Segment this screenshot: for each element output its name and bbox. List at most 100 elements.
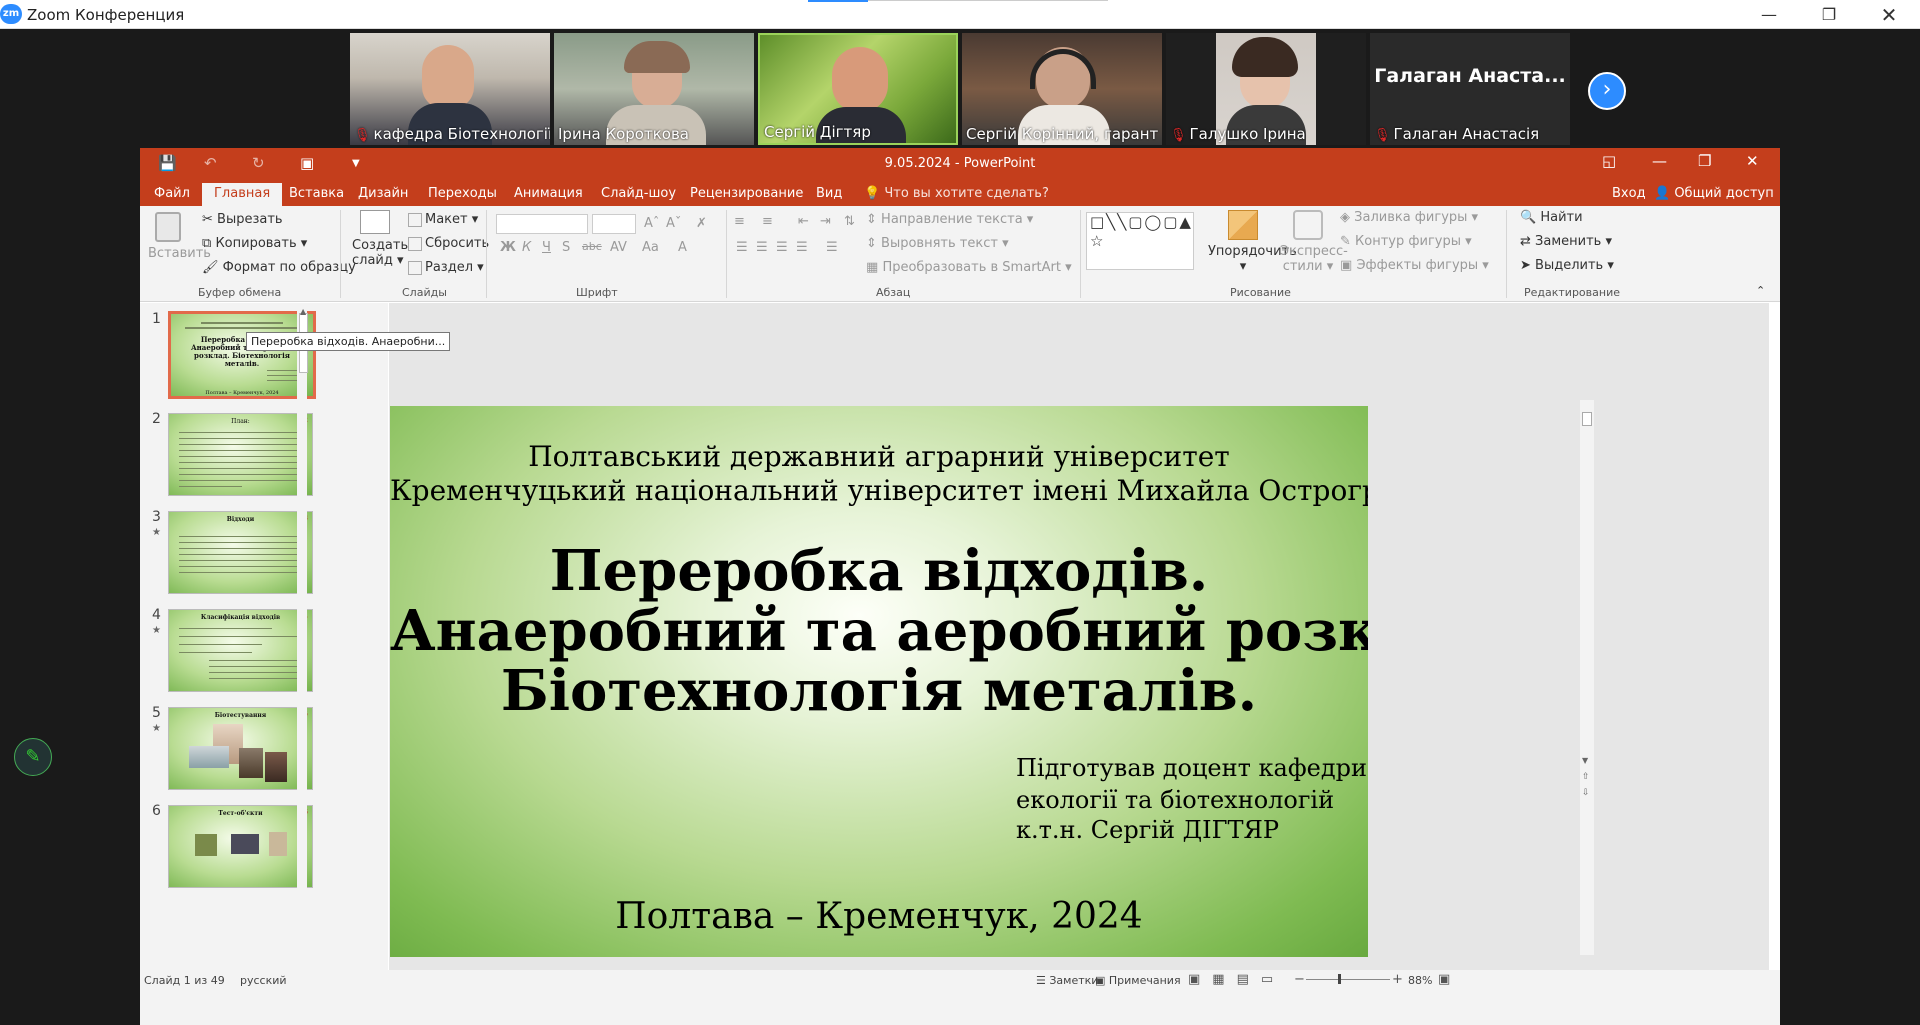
zoom-level[interactable]: 88% [1408, 974, 1432, 987]
font-name-select[interactable] [496, 214, 588, 234]
find-button[interactable]: 🔍 Найти [1520, 210, 1583, 225]
arrange-button[interactable]: Упорядочить ▾ [1208, 210, 1297, 274]
notes-button[interactable]: ☰ Заметки [1036, 974, 1098, 987]
slide-thumbnail[interactable]: 6 Тест-об'єкти [168, 805, 313, 888]
font-color-icon[interactable]: A [678, 240, 687, 255]
reading-view-icon[interactable]: ▤ [1237, 972, 1261, 987]
char-spacing-icon[interactable]: AV [610, 240, 627, 255]
clear-format-icon[interactable]: ✗ [696, 216, 707, 231]
tab-home[interactable]: Главная [202, 183, 283, 206]
line-spacing-icon[interactable]: ⇅ [844, 214, 855, 229]
decrease-indent-icon[interactable]: ⇤ [798, 214, 809, 229]
redo-icon[interactable]: ↻ [252, 154, 265, 172]
slideshow-view-icon[interactable]: ▭ [1261, 972, 1285, 987]
zoom-out-icon[interactable]: − [1294, 972, 1305, 987]
thumbnail-scrollbar[interactable] [297, 310, 307, 1000]
shrink-font-icon[interactable]: Aˇ [666, 216, 681, 231]
zoom-in-icon[interactable]: + [1392, 972, 1403, 987]
shape-fill-button[interactable]: ◈ Заливка фигуры ▾ [1340, 210, 1478, 225]
tab-design[interactable]: Дизайн [358, 186, 408, 201]
sign-in-link[interactable]: Вход [1612, 186, 1646, 201]
editor-scrollbar[interactable] [1580, 400, 1594, 955]
slideshow-start-icon[interactable]: ▣ [300, 154, 314, 172]
bold-icon[interactable]: Ж [500, 240, 516, 255]
annotate-pen-button[interactable]: ✎ [14, 738, 52, 776]
justify-icon[interactable]: ☰ [796, 240, 808, 255]
columns-icon[interactable]: ☰ [826, 240, 838, 255]
current-slide[interactable]: Полтавський державний аграрний університ… [390, 406, 1368, 957]
align-center-icon[interactable]: ☰ [756, 240, 768, 255]
ppt-close-icon[interactable]: ✕ [1746, 152, 1759, 170]
ppt-minimize-icon[interactable]: — [1652, 152, 1667, 170]
scroll-up-icon[interactable]: ▲ [300, 307, 306, 316]
restore-icon[interactable]: ❐ [1806, 2, 1852, 28]
align-text-button[interactable]: ⇕ Выровнять текст ▾ [866, 236, 1009, 251]
text-direction-button[interactable]: ⇕ Направление текста ▾ [866, 212, 1033, 227]
tab-transitions[interactable]: Переходы [428, 186, 497, 201]
replace-button[interactable]: ⇄ Заменить ▾ [1520, 234, 1612, 249]
slide-thumbnail[interactable]: 3 Відходи [168, 511, 313, 594]
participant-tile[interactable]: 🎙 кафедра Біотехнології... [350, 33, 550, 145]
next-page-button[interactable]: › [1588, 72, 1626, 110]
share-button[interactable]: 👤 Общий доступ [1654, 186, 1774, 201]
minimize-icon[interactable]: — [1746, 2, 1792, 28]
participant-tile[interactable]: Ірина Короткова [554, 33, 754, 145]
normal-view-icon[interactable]: ▣ [1188, 972, 1212, 987]
cut-button[interactable]: ✂ Вырезать [202, 212, 283, 227]
copy-button[interactable]: ⧉ Копировать ▾ [202, 236, 307, 251]
collapse-ribbon-icon[interactable]: ⌃ [1756, 284, 1765, 297]
change-case-icon[interactable]: Aa [642, 240, 659, 255]
ppt-restore-icon[interactable]: ❐ [1698, 152, 1711, 170]
layout-button[interactable]: Макет ▾ [408, 212, 478, 227]
shadow-icon[interactable]: S [562, 240, 570, 255]
tab-slideshow[interactable]: Слайд-шоу [601, 186, 676, 201]
scroll-down-icon[interactable]: ▼ [1582, 756, 1588, 765]
next-slide-icon[interactable]: ⇩ [1582, 788, 1590, 798]
grow-font-icon[interactable]: Aˆ [644, 216, 659, 231]
save-icon[interactable]: 💾 [158, 154, 177, 172]
select-button[interactable]: ➤ Выделить ▾ [1520, 258, 1614, 273]
reset-button[interactable]: Сбросить [408, 236, 489, 251]
language-indicator[interactable]: русский [240, 974, 287, 987]
italic-icon[interactable]: К [522, 240, 531, 255]
tab-view[interactable]: Вид [816, 186, 842, 201]
slide-thumbnail[interactable]: 5 Біотестування [168, 707, 313, 790]
participant-tile[interactable]: Галаган Анаста... 🎙 Галаган Анастасія [1370, 33, 1570, 145]
slide-thumbnail[interactable]: 2 План: [168, 413, 313, 496]
shape-effects-button[interactable]: ▣ Эффекты фигуры ▾ [1340, 258, 1489, 273]
numbering-icon[interactable]: ≡ [762, 214, 773, 229]
sorter-view-icon[interactable]: ▦ [1212, 972, 1236, 987]
strikethrough-icon[interactable]: abc [582, 240, 602, 253]
participant-tile[interactable]: 🎙 Галушко Ірина [1166, 33, 1366, 145]
zoom-slider-thumb[interactable] [1338, 974, 1341, 984]
shapes-gallery[interactable]: □╲╲▢◯▢▲↻⇨⇩□↑∽∩{}☆ [1086, 212, 1194, 270]
customize-toolbar-icon[interactable]: ▼ [352, 158, 360, 169]
shape-outline-button[interactable]: ✎ Контур фигуры ▾ [1340, 234, 1472, 249]
bullets-icon[interactable]: ≡ [734, 214, 745, 229]
participant-tile-active[interactable]: Сергій Дігтяр [758, 33, 958, 145]
tab-animation[interactable]: Анимация [514, 186, 583, 201]
undo-icon[interactable]: ↶ [204, 154, 217, 172]
paste-button[interactable]: Вставить [148, 212, 211, 261]
tell-me-input[interactable]: 💡 Что вы хотите сделать? [864, 186, 1049, 201]
slide-thumbnail[interactable]: Переробка відходів. Анаеробний та аеробн… [168, 311, 316, 399]
tab-review[interactable]: Рецензирование [690, 186, 803, 201]
slide-thumbnail[interactable]: 4 Класифікація відходів [168, 609, 313, 692]
fit-to-window-icon[interactable]: ▣ [1438, 972, 1450, 987]
close-icon[interactable]: ✕ [1866, 2, 1912, 28]
align-right-icon[interactable]: ☰ [776, 240, 788, 255]
align-left-icon[interactable]: ☰ [736, 240, 748, 255]
comments-button[interactable]: ▣ Примечания [1095, 974, 1181, 987]
ribbon-display-icon[interactable]: ◱ [1602, 152, 1616, 170]
previous-slide-icon[interactable]: ⇧ [1582, 772, 1590, 782]
font-size-select[interactable] [592, 214, 636, 234]
smartart-button[interactable]: ▦ Преобразовать в SmartArt ▾ [866, 260, 1072, 275]
section-button[interactable]: Раздел ▾ [408, 260, 484, 275]
participant-tile[interactable]: Сергій Корінний, гарант [962, 33, 1162, 145]
format-painter-button[interactable]: 🖌 Формат по образцу [202, 260, 356, 275]
view-buttons[interactable]: ▣▦▤▭ [1188, 972, 1285, 987]
tab-insert[interactable]: Вставка [289, 186, 344, 201]
editor-scrollbar-thumb[interactable] [1582, 412, 1592, 426]
zoom-slider-track[interactable] [1306, 979, 1390, 980]
tab-file[interactable]: Файл [154, 186, 190, 201]
